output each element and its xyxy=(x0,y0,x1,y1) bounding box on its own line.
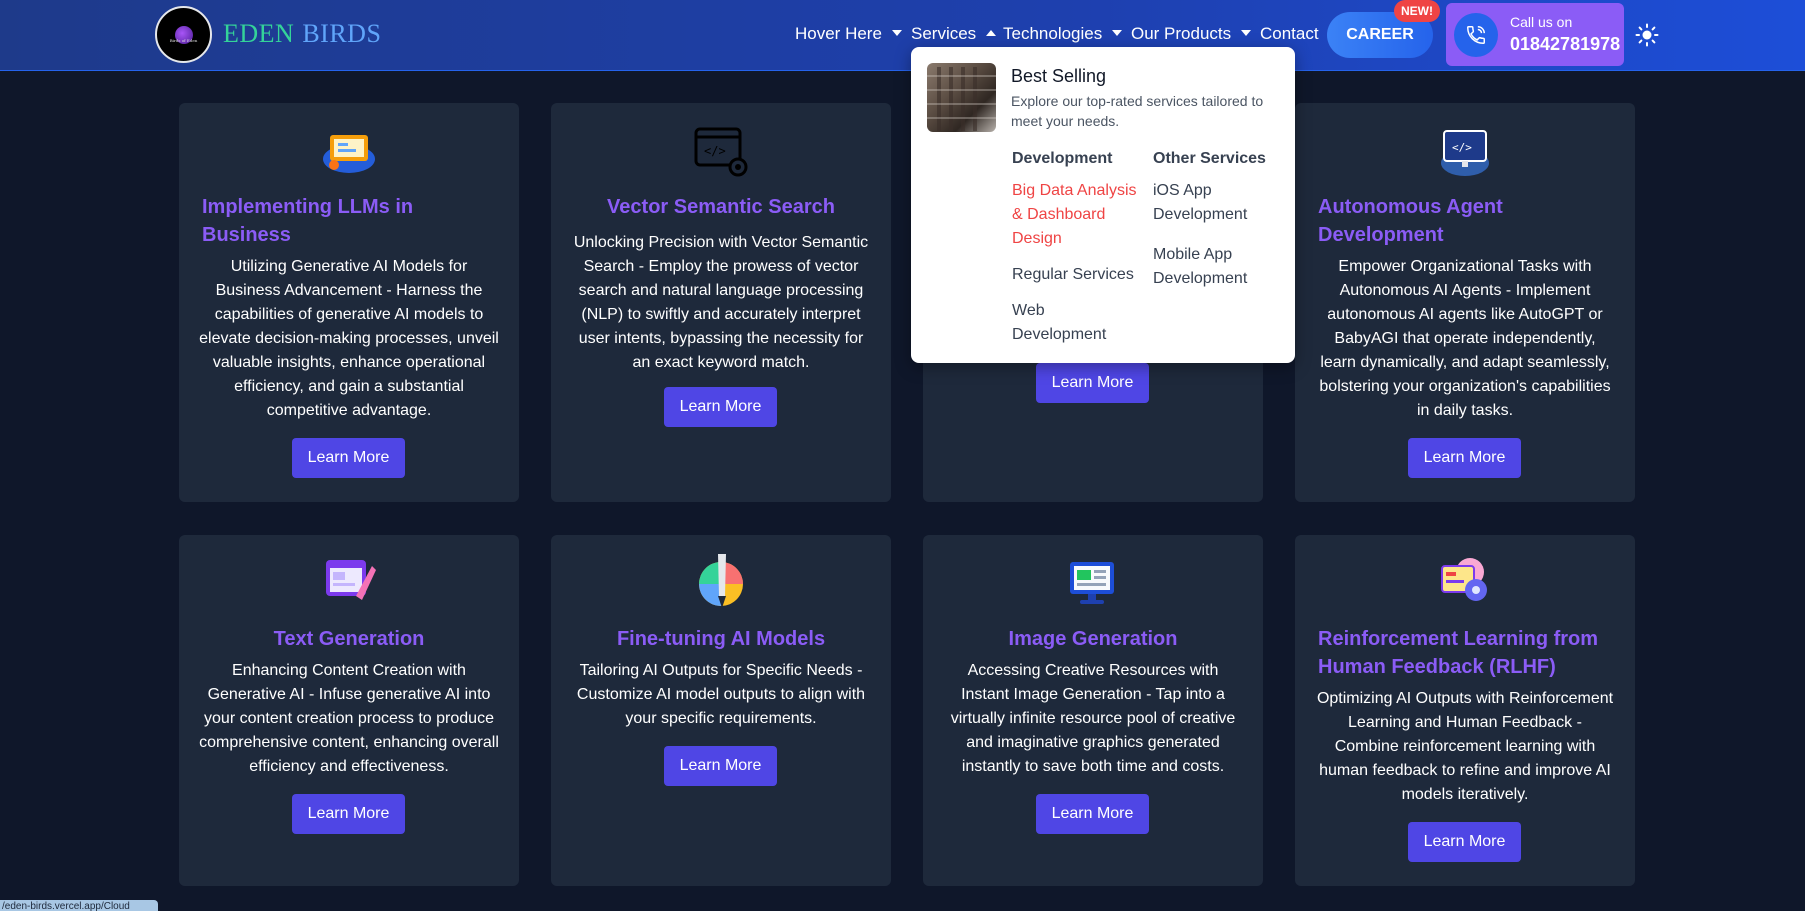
nav-our-products-label: Our Products xyxy=(1131,24,1232,43)
dropdown-link-web-development[interactable]: Web Development xyxy=(1012,299,1122,347)
card-description: Accessing Creative Resources with Instan… xyxy=(950,662,1236,775)
call-us-button[interactable]: Call us on 01842781978 xyxy=(1446,3,1624,66)
robot-feedback-icon xyxy=(1441,558,1487,601)
card-description: Empower Organizational Tasks with Autono… xyxy=(1319,258,1611,419)
dropdown-title[interactable]: Best Selling xyxy=(1011,66,1106,87)
chevron-up-icon xyxy=(986,30,997,36)
services-dropdown-menu: Best Selling Explore our top-rated servi… xyxy=(911,47,1295,363)
card-description: Unlocking Precision with Vector Semantic… xyxy=(573,234,869,371)
best-selling-image[interactable] xyxy=(927,63,996,132)
card-title: Image Generation xyxy=(1008,628,1178,650)
service-card-text-generation: Text Generation Enhancing Content Creati… xyxy=(179,535,519,886)
nav-services[interactable]: Services xyxy=(911,24,997,44)
svg-text:</>: </> xyxy=(704,144,726,158)
card-description: Optimizing AI Outputs with Reinforcement… xyxy=(1316,690,1614,803)
service-card-image-generation: Image Generation Accessing Creative Reso… xyxy=(923,535,1263,886)
learn-more-button[interactable]: Learn More xyxy=(292,438,405,478)
nav-technologies-label: Technologies xyxy=(1003,24,1103,43)
chevron-down-icon xyxy=(1241,30,1252,36)
card-title: Fine-tuning AI Models xyxy=(616,628,826,650)
learn-more-button[interactable]: Learn More xyxy=(292,794,405,834)
service-card-fine-tuning: Fine-tuning AI Models Tailoring AI Outpu… xyxy=(551,535,891,886)
code-window-gear-icon: </> xyxy=(694,127,748,177)
presentation-board-icon xyxy=(323,135,375,173)
learn-more-button[interactable]: Learn More xyxy=(1408,822,1521,862)
nav-hover-here-label: Hover Here xyxy=(795,24,882,43)
dropdown-link-ios-app[interactable]: iOS App Development xyxy=(1153,179,1263,227)
top-navbar: Birds of Eden EDEN BIRDS Hover Here Servi… xyxy=(0,0,1805,71)
card-description: Enhancing Content Creation with Generati… xyxy=(199,662,499,775)
image-monitor-icon xyxy=(1070,562,1114,604)
card-title: Reinforcement Learning from Human Feedba… xyxy=(1318,628,1599,678)
learn-more-button[interactable]: Learn More xyxy=(1036,363,1149,403)
dropdown-link-regular-services[interactable]: Regular Services xyxy=(1012,263,1137,287)
brand-name-part2: BIRDS xyxy=(302,19,382,48)
nav-our-products[interactable]: Our Products xyxy=(1131,24,1252,44)
chevron-down-icon xyxy=(1112,30,1123,36)
nav-contact-label: Contact xyxy=(1260,24,1319,43)
card-title: Autonomous Agent Development xyxy=(1318,196,1503,246)
dropdown-link-mobile-app[interactable]: Mobile App Development xyxy=(1153,243,1263,291)
nav-services-label: Services xyxy=(911,24,977,43)
card-title: Vector Semantic Search xyxy=(607,196,835,218)
call-label: Call us on xyxy=(1510,13,1573,30)
card-description: Utilizing Generative AI Models for Busin… xyxy=(199,258,499,419)
paint-brush-palette-icon xyxy=(699,554,743,608)
brand-name[interactable]: EDEN BIRDS xyxy=(223,19,381,49)
service-card-vector-search: </> Vector Semantic Search Unlocking Pre… xyxy=(551,103,891,502)
call-number: 01842781978 xyxy=(1510,33,1621,54)
browser-status-bar: /eden-birds.vercel.app/Cloud xyxy=(0,900,158,911)
nav-hover-here[interactable]: Hover Here xyxy=(795,24,902,44)
dropdown-heading-other-services: Other Services xyxy=(1153,150,1266,167)
logo-tagline: Birds of Eden xyxy=(169,38,198,43)
nav-contact[interactable]: Contact xyxy=(1260,24,1319,44)
card-description: Tailoring AI Outputs for Specific Needs … xyxy=(576,662,866,727)
learn-more-button[interactable]: Learn More xyxy=(664,387,777,427)
code-monitor-icon: </> xyxy=(1441,130,1489,176)
dropdown-link-big-data[interactable]: Big Data Analysis & Dashboard Design xyxy=(1012,179,1137,251)
phone-icon xyxy=(1454,12,1498,57)
brand-name-part1: EDEN xyxy=(223,19,295,48)
learn-more-button[interactable]: Learn More xyxy=(1408,438,1521,478)
svg-text:</>: </> xyxy=(1452,141,1472,154)
chevron-down-icon xyxy=(891,30,902,36)
new-badge: NEW! xyxy=(1394,0,1440,22)
dropdown-heading-development: Development xyxy=(1012,150,1113,167)
design-window-pen-icon xyxy=(326,560,376,600)
service-card-rlhf: Reinforcement Learning from Human Feedba… xyxy=(1295,535,1635,886)
service-card-autonomous-agent: </> Autonomous Agent Development Empower… xyxy=(1295,103,1635,502)
dropdown-subtitle: Explore our top-rated services tailored … xyxy=(1011,93,1264,129)
card-title: Implementing LLMs in Business xyxy=(202,196,414,246)
learn-more-button[interactable]: Learn More xyxy=(664,746,777,786)
service-card-llm: Implementing LLMs in Business Utilizing … xyxy=(179,103,519,502)
nav-technologies[interactable]: Technologies xyxy=(1003,24,1123,44)
theme-toggle-sun-icon[interactable] xyxy=(1635,23,1659,47)
brand-logo[interactable]: Birds of Eden xyxy=(155,6,212,63)
card-title: Text Generation xyxy=(273,628,425,650)
learn-more-button[interactable]: Learn More xyxy=(1036,794,1149,834)
